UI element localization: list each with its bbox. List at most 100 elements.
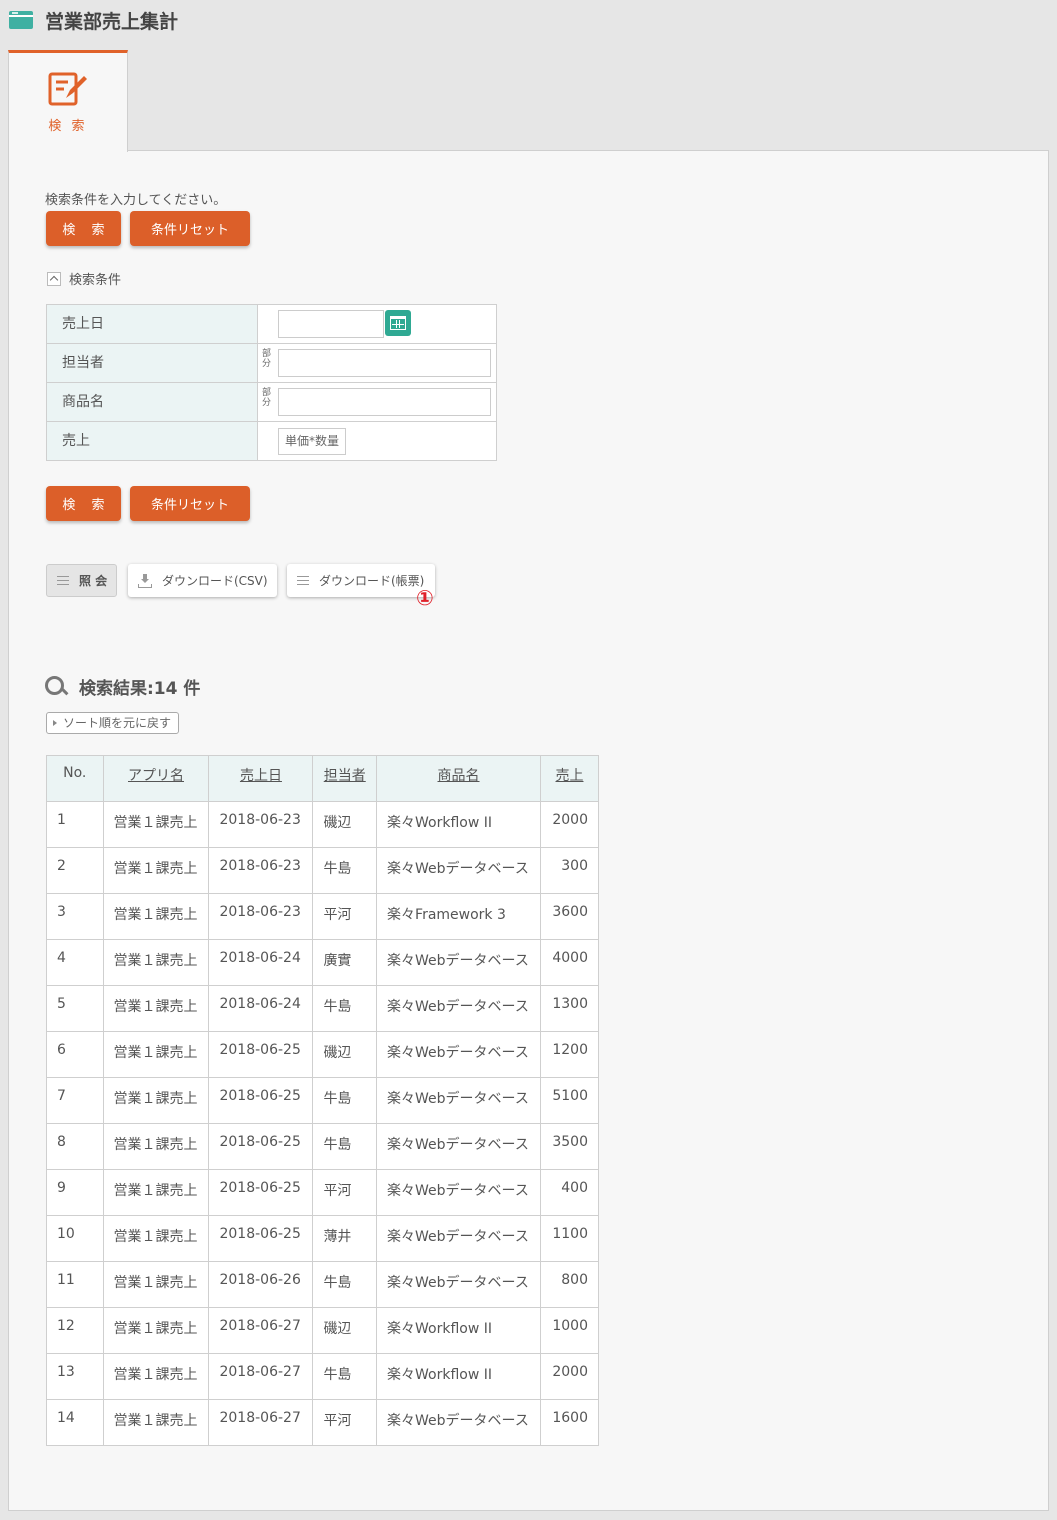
cell-app: 営業１課売上 xyxy=(102,1077,210,1124)
column-header-person[interactable]: 担当者 xyxy=(312,755,378,802)
table-row[interactable]: 3 営業１課売上 2018-06-23 平河 楽々Framework 3 3600 xyxy=(46,893,599,940)
cell-product: 楽々Workflow II xyxy=(376,801,541,848)
cell-product: 楽々Webデータベース xyxy=(376,1031,541,1078)
cell-app: 営業１課売上 xyxy=(102,1123,210,1170)
cell-date: 2018-06-24 xyxy=(208,985,314,1032)
condition-row-person: 担当者 部分 xyxy=(46,343,497,383)
table-row[interactable]: 5 営業１課売上 2018-06-24 牛島 楽々Webデータベース 1300 xyxy=(46,985,599,1032)
download-icon xyxy=(138,573,152,588)
sort-reset-button[interactable]: ソート順を元に戻す xyxy=(46,712,180,734)
results-body: 1 営業１課売上 2018-06-23 磯辺 楽々Workflow II 2000 2 営業１… xyxy=(46,801,599,1446)
chevron-up-icon xyxy=(47,271,61,286)
cell-sales: 1000 xyxy=(540,1307,599,1354)
product-input[interactable] xyxy=(278,388,491,416)
cell-sales: 1600 xyxy=(540,1399,599,1446)
cell-app: 営業１課売上 xyxy=(102,1399,210,1446)
cell-no: 14 xyxy=(46,1399,104,1446)
download-csv-button[interactable]: ダウンロード(CSV) xyxy=(128,564,277,597)
person-input[interactable] xyxy=(278,349,491,377)
cell-product: 楽々Webデータベース xyxy=(376,1215,541,1262)
results-table: No. アプリ名 売上日 担当者 商品名 売上 1 営業１課売上 2018-06-2… xyxy=(46,755,599,1446)
inquiry-button[interactable]: 照 会 xyxy=(46,564,117,597)
cell-no: 6 xyxy=(46,1031,104,1078)
reset-button-bottom[interactable]: 条件リセット xyxy=(130,486,250,521)
cell-product: 楽々Workflow II xyxy=(376,1353,541,1400)
table-row[interactable]: 10 営業１課売上 2018-06-25 薄井 楽々Webデータベース 1100 xyxy=(46,1215,599,1262)
cell-sales: 400 xyxy=(540,1169,599,1216)
download-csv-label: ダウンロード(CSV) xyxy=(162,574,268,588)
field-label: 売上日 xyxy=(46,304,258,344)
cell-date: 2018-06-25 xyxy=(208,1169,314,1216)
condition-row-sales: 売上 単価*数量 xyxy=(46,421,497,461)
cell-sales: 800 xyxy=(540,1261,599,1308)
table-row[interactable]: 13 営業１課売上 2018-06-27 牛島 楽々Workflow II 2000 xyxy=(46,1353,599,1400)
list-icon xyxy=(297,575,309,586)
cell-no: 11 xyxy=(46,1261,104,1308)
table-row[interactable]: 6 営業１課売上 2018-06-25 磯辺 楽々Webデータベース 1200 xyxy=(46,1031,599,1078)
cell-app: 営業１課売上 xyxy=(102,1031,210,1078)
cell-app: 営業１課売上 xyxy=(102,1169,210,1216)
cell-date: 2018-06-27 xyxy=(208,1353,314,1400)
column-header-date[interactable]: 売上日 xyxy=(208,755,314,802)
search-instruction: 検索条件を入力してください。 xyxy=(45,193,227,208)
sales-date-input[interactable] xyxy=(278,310,384,338)
cell-date: 2018-06-27 xyxy=(208,1307,314,1354)
table-row[interactable]: 2 営業１課売上 2018-06-23 牛島 楽々Webデータベース 300 xyxy=(46,847,599,894)
cell-date: 2018-06-24 xyxy=(208,939,314,986)
table-row[interactable]: 12 営業１課売上 2018-06-27 磯辺 楽々Workflow II 1000 xyxy=(46,1307,599,1354)
cell-app: 営業１課売上 xyxy=(102,1353,210,1400)
page-title: 営業部売上集計 xyxy=(45,10,179,33)
cell-app: 営業１課売上 xyxy=(102,801,210,848)
cell-sales: 3600 xyxy=(540,893,599,940)
table-row[interactable]: 7 営業１課売上 2018-06-25 牛島 楽々Webデータベース 5100 xyxy=(46,1077,599,1124)
cell-app: 営業１課売上 xyxy=(102,893,210,940)
cell-no: 7 xyxy=(46,1077,104,1124)
cell-date: 2018-06-25 xyxy=(208,1215,314,1262)
cell-date: 2018-06-25 xyxy=(208,1123,314,1170)
table-row[interactable]: 14 営業１課売上 2018-06-27 平河 楽々Webデータベース 1600 xyxy=(46,1399,599,1446)
cell-person: 平河 xyxy=(312,893,378,940)
cell-sales: 1100 xyxy=(540,1215,599,1262)
column-header-product[interactable]: 商品名 xyxy=(376,755,541,802)
column-header-app[interactable]: アプリ名 xyxy=(102,755,210,802)
cell-date: 2018-06-26 xyxy=(208,1261,314,1308)
table-row[interactable]: 1 営業１課売上 2018-06-23 磯辺 楽々Workflow II 2000 xyxy=(46,801,599,848)
cell-no: 10 xyxy=(46,1215,104,1262)
cell-sales: 300 xyxy=(540,847,599,894)
cell-person: 薄井 xyxy=(312,1215,378,1262)
table-row[interactable]: 4 営業１課売上 2018-06-24 廣實 楽々Webデータベース 4000 xyxy=(46,939,599,986)
cell-app: 営業１課売上 xyxy=(102,939,210,986)
download-report-button[interactable]: ダウンロード(帳票) xyxy=(287,564,435,597)
search-button-top[interactable]: 検 索 xyxy=(46,211,121,246)
field-label: 売上 xyxy=(46,421,258,461)
cell-person: 磯辺 xyxy=(312,1307,378,1354)
cell-person: 廣實 xyxy=(312,939,378,986)
column-header-sales[interactable]: 売上 xyxy=(540,755,599,802)
annotation-marker: ① xyxy=(416,586,434,610)
condition-row-sales-date: 売上日 xyxy=(46,304,497,344)
download-report-label: ダウンロード(帳票) xyxy=(319,574,425,588)
table-row[interactable]: 9 営業１課売上 2018-06-25 平河 楽々Webデータベース 400 xyxy=(46,1169,599,1216)
cell-no: 8 xyxy=(46,1123,104,1170)
sales-formula: 単価*数量 xyxy=(278,428,347,455)
partial-match-badge: 部分 xyxy=(262,349,272,369)
tab-search[interactable]: 検 索 xyxy=(8,50,128,152)
calendar-icon[interactable] xyxy=(385,310,411,336)
table-row[interactable]: 11 営業１課売上 2018-06-26 牛島 楽々Webデータベース 800 xyxy=(46,1261,599,1308)
table-row[interactable]: 8 営業１課売上 2018-06-25 牛島 楽々Webデータベース 3500 xyxy=(46,1123,599,1170)
cell-app: 営業１課売上 xyxy=(102,985,210,1032)
cell-date: 2018-06-25 xyxy=(208,1031,314,1078)
reset-button-top[interactable]: 条件リセット xyxy=(130,211,250,246)
search-button-bottom[interactable]: 検 索 xyxy=(46,486,121,521)
conditions-toggle[interactable]: 検索条件 xyxy=(47,269,121,288)
cell-person: 牛島 xyxy=(312,1353,378,1400)
cell-no: 5 xyxy=(46,985,104,1032)
conditions-label: 検索条件 xyxy=(69,273,122,288)
cell-sales: 1300 xyxy=(540,985,599,1032)
cell-sales: 1200 xyxy=(540,1031,599,1078)
cell-sales: 2000 xyxy=(540,1353,599,1400)
cell-no: 13 xyxy=(46,1353,104,1400)
cell-product: 楽々Framework 3 xyxy=(376,893,541,940)
cell-no: 1 xyxy=(46,801,104,848)
cell-no: 3 xyxy=(46,893,104,940)
